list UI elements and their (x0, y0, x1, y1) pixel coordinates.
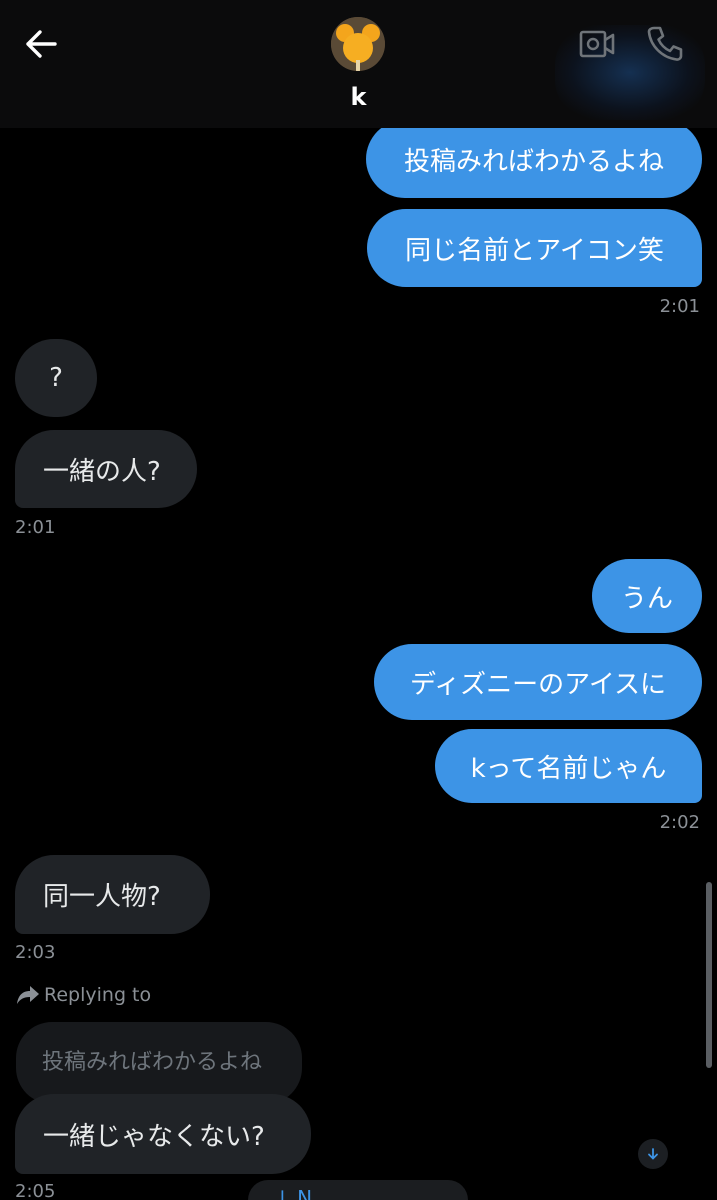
message-bubble-outgoing[interactable]: ディズニーのアイスに (374, 644, 702, 720)
phone-icon (647, 26, 683, 61)
message-timestamp: 2:02 (659, 812, 700, 833)
quoted-message-text: 投稿みればわかるよね (42, 1050, 263, 1075)
message-text: ? (49, 363, 63, 393)
avatar[interactable] (331, 17, 385, 71)
message-bubble-outgoing[interactable]: kって名前じゃん (435, 729, 702, 803)
message-text: 一緒じゃなくない? (43, 1121, 265, 1152)
video-camera-icon (579, 30, 615, 58)
conversation-header: k (0, 0, 717, 128)
message-bubble-outgoing[interactable]: うん (592, 559, 702, 633)
message-bubble-incoming[interactable]: ? (15, 339, 97, 417)
message-timestamp: 2:03 (15, 942, 56, 963)
reply-arrow-icon (17, 986, 39, 1004)
scroll-to-bottom-button[interactable] (638, 1139, 668, 1169)
scrollbar[interactable] (706, 882, 712, 1068)
message-text: ディズニーのアイスに (409, 669, 667, 700)
message-bubble-incoming[interactable]: 同一人物? (15, 855, 210, 934)
message-text: 同じ名前とアイコン笑 (405, 235, 664, 266)
message-text: 同一人物? (43, 882, 161, 912)
new-messages-pill[interactable]: ↓ N (248, 1180, 468, 1200)
replying-to-label: Replying to (16, 984, 151, 1006)
message-text: うん (620, 583, 673, 614)
message-text: 投稿みればわかるよね (403, 146, 664, 177)
message-timestamp: 2:01 (15, 517, 56, 538)
message-timestamp: 2:05 (15, 1181, 56, 1200)
replying-to-text: Replying to (44, 984, 152, 1006)
mickey-ice-cream-avatar-icon (331, 17, 385, 71)
message-text: kって名前じゃん (470, 753, 667, 784)
voice-call-button[interactable] (645, 24, 683, 64)
message-bubble-incoming[interactable]: 一緒じゃなくない? (15, 1094, 311, 1174)
video-call-button[interactable] (578, 26, 616, 62)
arrow-down-icon (648, 1148, 658, 1160)
quoted-message[interactable]: 投稿みればわかるよね (16, 1022, 302, 1104)
dm-conversation-screen: k 投稿みればわかるよね 同じ名前とアイコン笑 2:01 ? 一緒の人? 2:0… (0, 0, 717, 1200)
arrow-left-icon (26, 30, 57, 58)
message-bubble-outgoing[interactable]: 投稿みればわかるよね (366, 120, 702, 198)
message-bubble-outgoing[interactable]: 同じ名前とアイコン笑 (367, 209, 702, 287)
message-bubble-incoming[interactable]: 一緒の人? (15, 430, 197, 508)
message-text: 一緒の人? (43, 456, 161, 487)
message-timestamp: 2:01 (659, 296, 700, 317)
back-button[interactable] (22, 26, 60, 62)
